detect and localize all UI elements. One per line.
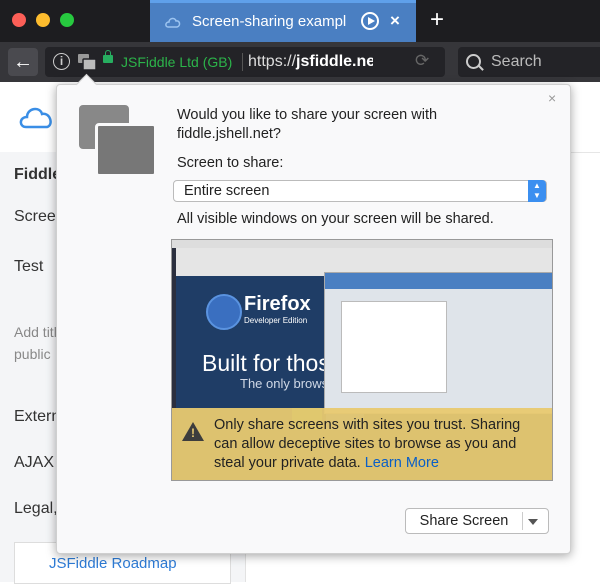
learn-more-link[interactable]: Learn More bbox=[365, 455, 439, 471]
jsfiddle-logo-icon[interactable] bbox=[18, 97, 58, 137]
screen-share-large-icon bbox=[79, 105, 157, 185]
preview-nested-window bbox=[324, 272, 552, 414]
media-sharing-icon[interactable] bbox=[361, 12, 379, 30]
new-tab-button[interactable]: + bbox=[430, 6, 444, 34]
share-question: Would you like to share your screen with… bbox=[177, 107, 438, 142]
zoom-window-button[interactable] bbox=[60, 13, 74, 27]
warning-text-block: Only share screens with sites you trust.… bbox=[214, 416, 544, 473]
preview-menubar bbox=[172, 240, 552, 248]
firefox-logo-icon bbox=[206, 294, 242, 330]
info-icon[interactable]: i bbox=[53, 53, 70, 70]
url-separator bbox=[242, 53, 243, 71]
warning-icon bbox=[182, 422, 204, 441]
select-stepper-icon: ▲ ▼ bbox=[528, 180, 546, 202]
minimize-window-button[interactable] bbox=[36, 13, 50, 27]
button-divider bbox=[522, 512, 523, 530]
reload-icon[interactable]: ⟳ bbox=[415, 51, 429, 71]
screen-to-share-label: Screen to share: bbox=[177, 155, 284, 171]
popup-close-button[interactable]: × bbox=[548, 90, 556, 106]
search-placeholder: Search bbox=[491, 53, 542, 70]
preview-firefox-text: Firefox bbox=[244, 293, 311, 315]
back-button[interactable]: ← bbox=[8, 48, 38, 76]
tab-close-button[interactable]: × bbox=[390, 11, 400, 31]
close-window-button[interactable] bbox=[12, 13, 26, 27]
site-identity[interactable]: JSFiddle Ltd (GB) bbox=[121, 54, 232, 70]
screen-preview: Firefox Developer Edition Built for thos… bbox=[171, 239, 553, 481]
sidebar-item-test[interactable]: Test bbox=[14, 258, 43, 276]
lock-icon bbox=[103, 50, 113, 63]
jsfiddle-favicon-icon bbox=[165, 17, 181, 28]
share-screen-label: Share Screen bbox=[419, 513, 509, 529]
search-input[interactable]: Search bbox=[458, 47, 600, 77]
sidebar-description-line2: public bbox=[14, 346, 51, 362]
screen-share-icon[interactable] bbox=[77, 53, 97, 71]
tab-bar: Screen-sharing exampl × + bbox=[0, 0, 600, 42]
search-icon bbox=[466, 54, 481, 69]
preview-subheadline: The only browse bbox=[240, 376, 336, 391]
url-bar[interactable]: i JSFiddle Ltd (GB) https://jsfiddle.ne … bbox=[45, 47, 445, 77]
chevron-down-icon[interactable] bbox=[528, 519, 538, 525]
preview-dev-edition-text: Developer Edition bbox=[244, 316, 308, 325]
tab-title: Screen-sharing exampl bbox=[192, 13, 347, 30]
screen-select[interactable]: Entire screen ▲ ▼ bbox=[173, 180, 547, 202]
browser-tab[interactable]: Screen-sharing exampl × bbox=[150, 0, 416, 42]
visible-windows-info: All visible windows on your screen will … bbox=[177, 211, 494, 227]
roadmap-link[interactable]: JSFiddle Roadmap bbox=[49, 555, 177, 572]
share-warning: Only share screens with sites you trust.… bbox=[172, 408, 552, 480]
url-text[interactable]: https://jsfiddle.ne bbox=[248, 53, 373, 71]
preview-headline: Built for thos bbox=[202, 350, 330, 376]
screen-select-value: Entire screen bbox=[184, 183, 270, 199]
share-screen-button[interactable]: Share Screen bbox=[405, 508, 549, 534]
screen-share-doorhanger: × Would you like to share your screen wi… bbox=[56, 73, 571, 554]
navigation-bar: ← i JSFiddle Ltd (GB) https://jsfiddle.n… bbox=[0, 42, 600, 82]
